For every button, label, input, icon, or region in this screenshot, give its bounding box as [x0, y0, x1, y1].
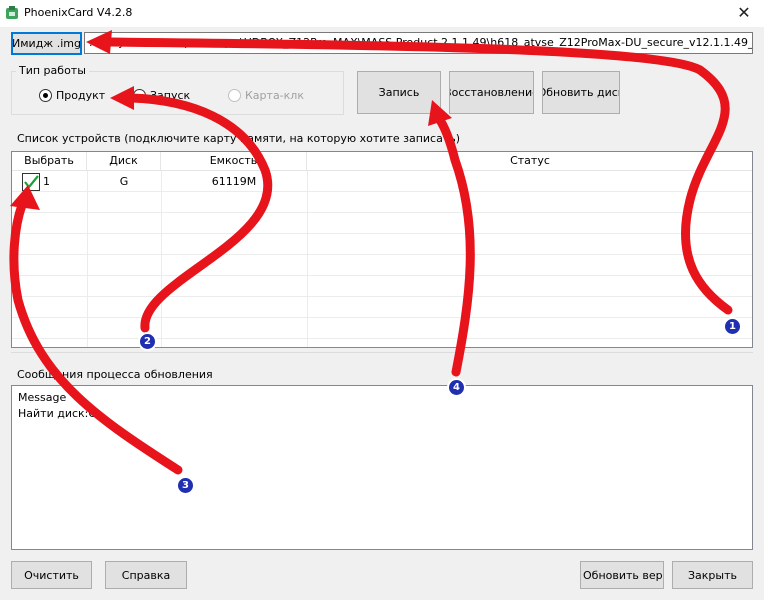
message-line: Найти диск:G [18, 407, 97, 420]
image-path-field[interactable]: ...\Спутниковые ресиверы\UDBOX_Z12Pro_MA… [84, 32, 753, 54]
radio-card-key: Карта-клк [228, 89, 304, 102]
annotation-marker-3: 3 [176, 476, 195, 495]
close-window-icon[interactable]: ✕ [724, 0, 764, 27]
write-button[interactable]: Запись [357, 71, 441, 114]
devices-caption: Список устройств (подключите карту памят… [17, 132, 461, 145]
radio-launch[interactable]: Запуск [133, 89, 190, 102]
annotation-marker-1: 1 [723, 317, 742, 336]
message-line: Message [18, 391, 67, 404]
table-row [12, 276, 752, 297]
help-button[interactable]: Справка [105, 561, 187, 589]
col-header-capacity[interactable]: Емкость [161, 152, 307, 171]
image-select-button[interactable]: Имидж .img [11, 32, 82, 55]
radio-unchecked-icon [133, 89, 146, 102]
table-row[interactable]: 1 G 61119M [12, 171, 752, 192]
title-bar: PhoenixCard V4.2.8 ✕ [0, 0, 764, 27]
update-version-button[interactable]: Обновить версию [580, 561, 664, 589]
annotation-marker-4: 4 [447, 378, 466, 397]
row-capacity: 61119M [211, 175, 257, 188]
row-disk: G [119, 175, 129, 188]
checkmark-icon [24, 175, 39, 189]
messages-caption: Сообщения процесса обновления [17, 368, 213, 381]
table-row [12, 318, 752, 339]
col-header-disk[interactable]: Диск [87, 152, 161, 171]
table-row [12, 234, 752, 255]
close-button[interactable]: Закрыть [672, 561, 753, 589]
restore-button[interactable]: Восстановление [449, 71, 534, 114]
window-title: PhoenixCard V4.2.8 [24, 6, 133, 19]
radio-checked-icon [39, 89, 52, 102]
table-row [12, 192, 752, 213]
radio-product-label: Продукт [56, 89, 106, 102]
messages-log[interactable]: Message Найти диск:G [11, 385, 753, 550]
row-index: 1 [43, 175, 50, 188]
mode-group-caption: Тип работы [16, 64, 89, 77]
row-select-checkbox[interactable] [22, 173, 40, 191]
radio-launch-label: Запуск [150, 89, 191, 102]
radio-card-key-label: Карта-клк [245, 89, 304, 102]
col-header-select[interactable]: Выбрать [12, 152, 87, 171]
table-row [12, 213, 752, 234]
clear-button[interactable]: Очистить [11, 561, 92, 589]
col-header-status[interactable]: Статус [307, 152, 752, 171]
devices-table: Выбрать Диск Емкость Статус 1 G 61119M [11, 151, 753, 348]
table-row [12, 255, 752, 276]
refresh-disk-button[interactable]: Обновить диск [542, 71, 620, 114]
annotation-marker-2: 2 [138, 332, 157, 351]
table-row [12, 297, 752, 318]
radio-disabled-icon [228, 89, 241, 102]
radio-product[interactable]: Продукт [39, 89, 105, 102]
divider [11, 352, 753, 353]
app-logo-icon [6, 6, 18, 19]
